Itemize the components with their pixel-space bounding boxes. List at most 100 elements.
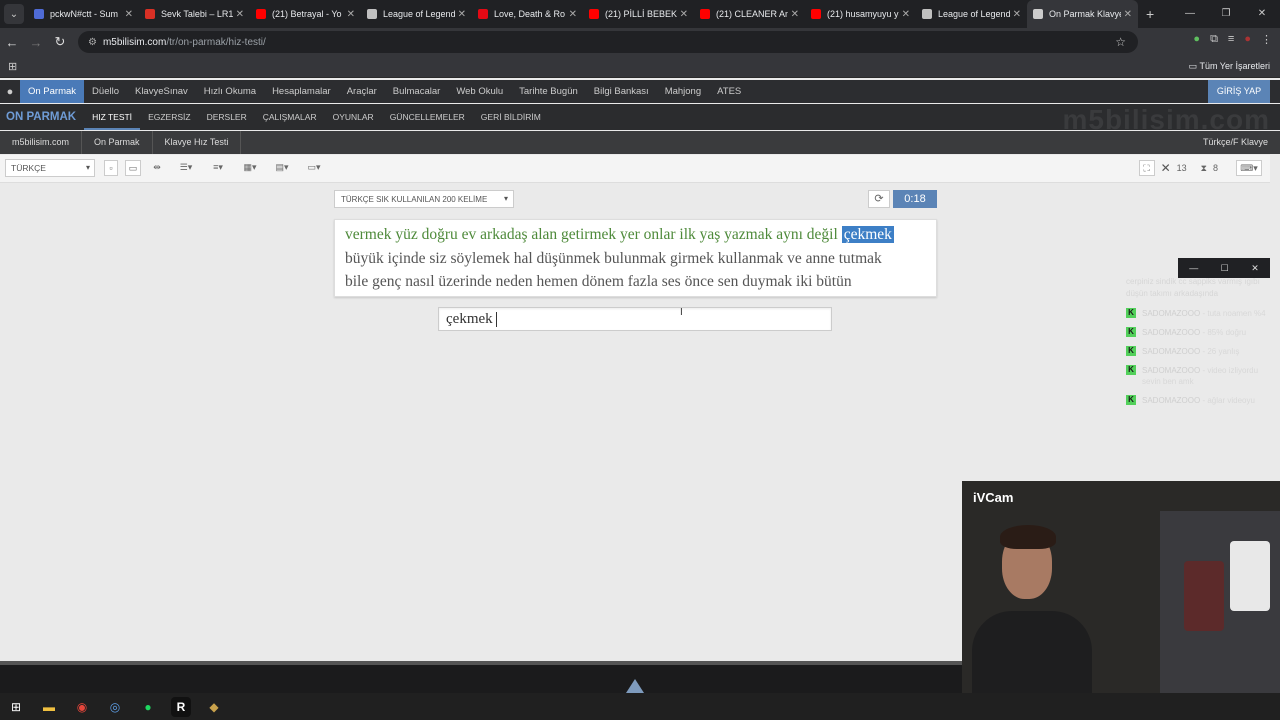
browser-tab[interactable]: Sevk Talebi – LR1 ✕ (139, 0, 250, 28)
breadcrumb-item[interactable]: Klavye Hız Testi (153, 131, 242, 154)
tab-close-icon[interactable]: ✕ (347, 9, 355, 20)
browser-icon[interactable]: ◎ (105, 697, 125, 717)
fullscreen-icon[interactable]: ⛶ (1138, 160, 1155, 176)
top-nav-item[interactable]: Bilgi Bankası (586, 80, 657, 103)
tab-close-icon[interactable]: ✕ (902, 9, 910, 20)
league-icon[interactable]: ◆ (204, 697, 224, 717)
tab-close-icon[interactable]: ✕ (458, 9, 466, 20)
back-icon[interactable]: ← (0, 35, 24, 50)
menu-icon[interactable]: ⋮ (1261, 33, 1272, 46)
reload-icon[interactable]: ↻ (48, 34, 72, 50)
site-watermark: m5bilisim.com (1062, 104, 1270, 130)
align-icon[interactable]: ≡▾ (206, 160, 230, 176)
top-nav-item[interactable]: On Parmak (20, 80, 85, 103)
url-path: /tr/on-parmak/hiz-testi/ (166, 36, 266, 48)
sub-nav-item[interactable]: OYUNLAR (325, 104, 382, 130)
tab-close-icon[interactable]: ✕ (236, 9, 244, 20)
width-icon[interactable]: ⇹ (148, 160, 166, 176)
sub-nav-item[interactable]: GÜNCELLEMELER (382, 104, 473, 130)
theme-icon[interactable]: ▤▾ (270, 160, 294, 176)
keyboard-icon[interactable]: ⌨▾ (1236, 160, 1262, 176)
windows-start-icon[interactable]: ⊞ (6, 697, 26, 717)
tab-close-icon[interactable]: ✕ (125, 9, 133, 20)
browser-tab[interactable]: League of Legend ✕ (361, 0, 472, 28)
lines-icon[interactable]: ☰▾ (174, 160, 198, 176)
restart-button[interactable]: ⟳ (868, 190, 890, 208)
sub-nav-item[interactable]: ÇALIŞMALAR (255, 104, 325, 130)
browser-tab[interactable]: (21) husamyuyu y ✕ (805, 0, 916, 28)
puzzle-icon[interactable]: ⧉ (1210, 33, 1218, 46)
maximize-icon[interactable]: ☐ (1221, 263, 1229, 274)
site-logo-icon[interactable]: ● (0, 86, 20, 98)
close-icon[interactable]: ✕ (1244, 0, 1280, 28)
tab-close-icon[interactable]: ✕ (791, 9, 799, 20)
address-toolbar: ← → ↻ ⚙ m5bilisim.com/tr/on-parmak/hiz-t… (0, 28, 1280, 56)
site-brand[interactable]: ON PARMAK (0, 111, 84, 123)
login-button[interactable]: GİRİŞ YAP (1208, 80, 1270, 103)
top-nav-item[interactable]: Hesaplamalar (264, 80, 339, 103)
top-nav-item[interactable]: KlavyeSınav (127, 80, 196, 103)
extension-icon[interactable]: ● (1193, 33, 1200, 46)
mouse-cursor-icon: I (680, 307, 683, 318)
new-tab-button[interactable]: + (1146, 6, 1154, 22)
chat-text: - 26 yanlış (1202, 347, 1240, 356)
browser-tab[interactable]: Love, Death & Ro ✕ (472, 0, 583, 28)
breadcrumb-item[interactable]: m5bilisim.com (0, 131, 83, 154)
minimize-icon[interactable]: — (1189, 263, 1198, 273)
current-word: çekmek (841, 226, 894, 243)
chat-text: - ağlar videoyu (1202, 396, 1255, 405)
font-size-icon[interactable]: ▫ (104, 160, 118, 176)
typing-input[interactable]: çekmek (438, 307, 832, 331)
word-set-select[interactable]: TÜRKÇE SIK KULLANILAN 200 KELİME (334, 190, 514, 208)
keyboard-layout-label[interactable]: Türkçe/F Klavye (1203, 131, 1268, 154)
chat-message: K SADOMAZOOO - ağlar videoyu (1126, 395, 1266, 406)
top-nav-item[interactable]: Araçlar (339, 80, 385, 103)
forward-icon[interactable]: → (24, 35, 48, 50)
top-nav-item[interactable]: ATES (709, 80, 749, 103)
tab-search-button[interactable]: ⌄ (4, 4, 24, 24)
tab-close-icon[interactable]: ✕ (569, 9, 577, 20)
tab-favicon-icon (700, 9, 710, 19)
restore-icon[interactable]: ❐ (1208, 0, 1244, 28)
top-nav-item[interactable]: Mahjong (657, 80, 709, 103)
site-info-icon[interactable]: ⚙ (88, 37, 97, 48)
app-r-icon[interactable]: R (171, 696, 191, 717)
bookmark-star-icon[interactable]: ☆ (1115, 35, 1126, 49)
tab-close-icon[interactable]: ✕ (1013, 9, 1021, 20)
chrome-icon[interactable]: ◉ (72, 697, 92, 717)
close-icon[interactable]: ✕ (1251, 263, 1259, 274)
browser-tab[interactable]: (21) CLEANER Ana ✕ (694, 0, 805, 28)
layout-icon[interactable]: ▭ (125, 160, 141, 176)
tab-favicon-icon (1033, 9, 1043, 19)
top-nav-item[interactable]: Düello (84, 80, 127, 103)
display-icon[interactable]: ▭▾ (302, 160, 326, 176)
spotify-icon[interactable]: ● (138, 697, 158, 717)
language-select[interactable]: TÜRKÇE (5, 159, 95, 177)
browser-tab[interactable]: (21) PİLLİ BEBEK E✕ (583, 0, 694, 28)
browser-tab[interactable]: pckwN#ctt - Sum ✕ (28, 0, 139, 28)
top-nav-item[interactable]: Web Okulu (448, 80, 511, 103)
sub-nav-item[interactable]: EGZERSİZ (140, 104, 199, 130)
breadcrumb-item[interactable]: On Parmak (82, 131, 153, 154)
browser-tab[interactable]: (21) Betrayal - Yo ✕ (250, 0, 361, 28)
avatar[interactable]: ● (1244, 33, 1251, 46)
all-bookmarks[interactable]: ▭ Tüm Yer İşaretleri (1189, 61, 1270, 72)
grid-icon[interactable]: ▦▾ (238, 160, 262, 176)
site-sub-nav: ON PARMAK HIZ TESTİ EGZERSİZ DERSLER ÇALIŞM… (0, 104, 1280, 130)
sub-nav-item[interactable]: HIZ TESTİ (84, 104, 141, 130)
tab-close-icon[interactable]: ✕ (680, 9, 688, 20)
chat-top-text: cerpiniz sindik cc sappiks varmış ıgıbı … (1126, 277, 1260, 298)
apps-grid-icon[interactable]: ⊞ (8, 60, 17, 73)
sub-nav-item[interactable]: GERİ BİLDİRİM (473, 104, 549, 130)
minimize-icon[interactable]: — (1172, 0, 1208, 28)
top-nav-item[interactable]: Hızlı Okuma (196, 80, 264, 103)
url-bar[interactable]: ⚙ m5bilisim.com/tr/on-parmak/hiz-testi/ … (78, 31, 1138, 53)
browser-tab[interactable]: League of Legend ✕ (916, 0, 1027, 28)
tab-close-icon[interactable]: ✕ (1124, 9, 1132, 20)
sub-nav-item[interactable]: DERSLER (199, 104, 255, 130)
media-icon[interactable]: ≡ (1228, 33, 1234, 46)
top-nav-item[interactable]: Bulmacalar (385, 80, 449, 103)
file-explorer-icon[interactable]: ▬ (39, 697, 59, 717)
browser-tab[interactable]: On Parmak Klavye ✕ (1027, 0, 1138, 28)
top-nav-item[interactable]: Tarihte Bugün (511, 80, 586, 103)
